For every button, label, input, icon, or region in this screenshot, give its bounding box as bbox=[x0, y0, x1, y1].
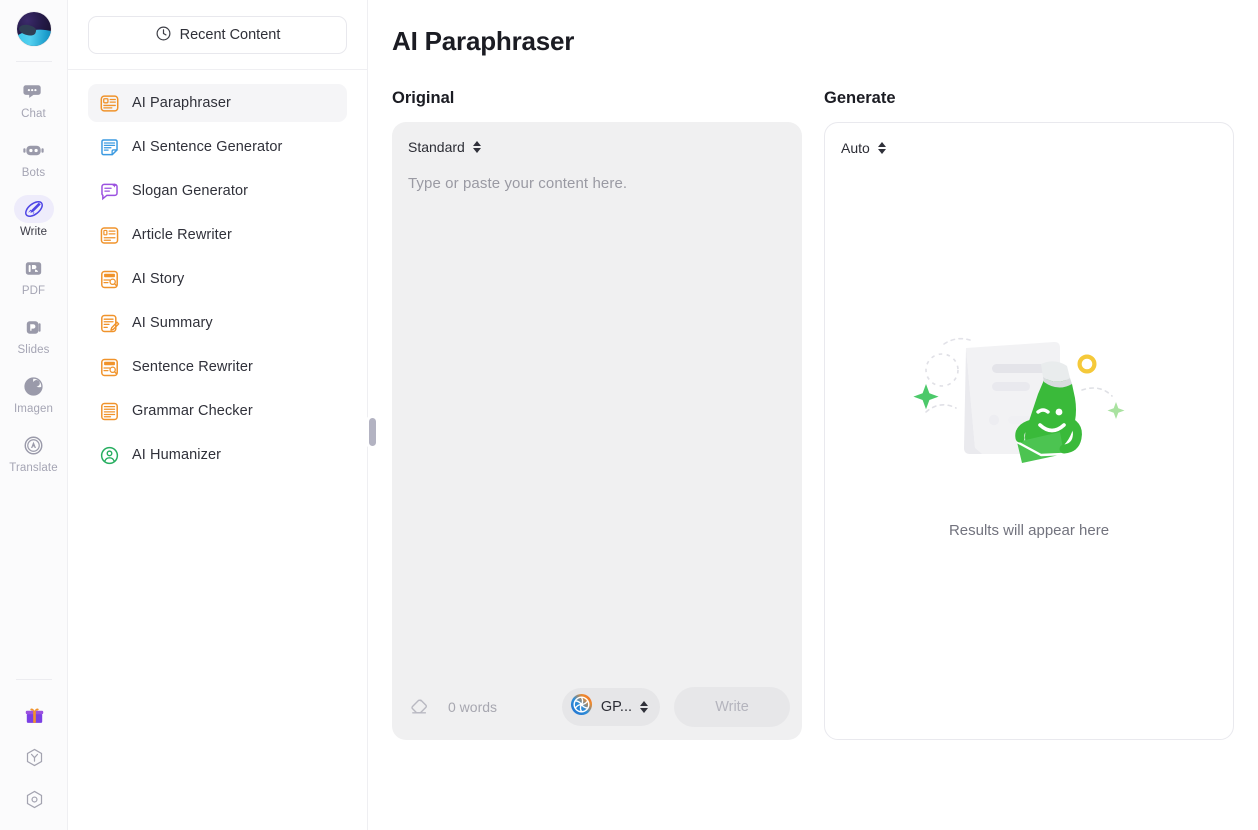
clock-icon bbox=[155, 25, 172, 46]
tool-item-label: AI Summary bbox=[132, 315, 213, 331]
openai-logo-icon bbox=[570, 693, 593, 721]
grammar-checker-icon bbox=[98, 400, 120, 422]
page-title: AI Paraphraser bbox=[392, 26, 1234, 57]
tool-item-ai-paraphraser[interactable]: AI Paraphraser bbox=[88, 84, 347, 122]
original-mode-value: Standard bbox=[408, 139, 465, 155]
generate-empty-text: Results will appear here bbox=[949, 522, 1109, 539]
rail-item-pdf[interactable]: PDF bbox=[6, 249, 62, 302]
rail-item-chat[interactable]: Chat bbox=[6, 72, 62, 125]
original-editor[interactable]: Type or paste your content here. bbox=[408, 158, 786, 674]
rail-bottom-group bbox=[0, 679, 68, 812]
generate-empty-state: Results will appear here bbox=[841, 159, 1217, 739]
original-toolbar: 0 words bbox=[404, 674, 790, 740]
generate-column: Generate Auto bbox=[824, 89, 1234, 740]
chat-bubble-icon bbox=[14, 77, 54, 105]
chevron-updown-icon[interactable] bbox=[878, 142, 886, 154]
original-placeholder: Type or paste your content here. bbox=[408, 175, 786, 192]
article-rewriter-icon bbox=[98, 224, 120, 246]
rail-item-label: Chat bbox=[21, 108, 46, 121]
rail-item-label: Imagen bbox=[14, 403, 53, 416]
rail-divider bbox=[16, 61, 52, 62]
rail-item-translate[interactable]: Translate bbox=[6, 426, 62, 479]
rail-item-label: Write bbox=[20, 226, 47, 239]
rail-item-label: Translate bbox=[9, 462, 57, 475]
generate-mode-select[interactable]: Auto bbox=[841, 137, 1217, 159]
tool-item-label: AI Humanizer bbox=[132, 447, 221, 463]
generate-mode-value: Auto bbox=[841, 140, 870, 156]
tool-item-label: AI Story bbox=[132, 271, 184, 287]
rail-bottom-divider bbox=[16, 679, 52, 680]
main-content: AI Paraphraser Original Standard Type or… bbox=[368, 0, 1258, 830]
tool-list-divider bbox=[68, 69, 367, 70]
ai-humanizer-icon bbox=[98, 444, 120, 466]
generate-heading: Generate bbox=[824, 89, 1234, 108]
pen-orbit-icon bbox=[14, 195, 54, 223]
translate-icon bbox=[14, 431, 54, 459]
rail-item-bots[interactable]: Bots bbox=[6, 131, 62, 184]
slides-icon bbox=[14, 313, 54, 341]
tool-item-label: Slogan Generator bbox=[132, 183, 248, 199]
editor-columns: Original Standard Type or paste your con… bbox=[392, 89, 1234, 740]
eraser-icon[interactable] bbox=[404, 692, 434, 722]
rail-item-slides[interactable]: Slides bbox=[6, 308, 62, 361]
tool-item-sentence-rewriter[interactable]: Sentence Rewriter bbox=[88, 348, 347, 386]
slogan-icon bbox=[98, 180, 120, 202]
recent-content-label: Recent Content bbox=[180, 27, 281, 43]
original-mode-select[interactable]: Standard bbox=[408, 136, 786, 158]
recent-content-button[interactable]: Recent Content bbox=[88, 16, 347, 54]
word-count: 0 words bbox=[448, 699, 497, 715]
tool-item-ai-summary[interactable]: AI Summary bbox=[88, 304, 347, 342]
ai-summary-icon bbox=[98, 312, 120, 334]
original-panel: Standard Type or paste your content here… bbox=[392, 122, 802, 740]
hexagon-dot-icon[interactable] bbox=[21, 786, 47, 812]
tool-item-ai-humanizer[interactable]: AI Humanizer bbox=[88, 436, 347, 474]
ai-story-icon bbox=[98, 268, 120, 290]
original-heading: Original bbox=[392, 89, 802, 108]
tool-item-ai-story[interactable]: AI Story bbox=[88, 260, 347, 298]
primary-nav-rail: Chat Bots Write PDF bbox=[0, 0, 68, 830]
mascot-document-illustration bbox=[904, 320, 1154, 500]
model-name: GP... bbox=[601, 699, 632, 715]
rail-item-label: Bots bbox=[22, 167, 45, 180]
write-button[interactable]: Write bbox=[674, 687, 790, 727]
tool-list-sidebar: Recent Content AI Paraphraser AI Sentenc… bbox=[68, 0, 368, 830]
chevron-updown-icon[interactable] bbox=[473, 141, 481, 153]
sentence-rewriter-icon bbox=[98, 356, 120, 378]
rail-item-label: Slides bbox=[18, 344, 50, 357]
rail-item-label: PDF bbox=[22, 285, 45, 298]
pdf-file-icon bbox=[14, 254, 54, 282]
tool-item-slogan-generator[interactable]: Slogan Generator bbox=[88, 172, 347, 210]
original-column: Original Standard Type or paste your con… bbox=[392, 89, 802, 740]
chevron-updown-icon[interactable] bbox=[640, 701, 648, 713]
generate-panel: Auto bbox=[824, 122, 1234, 740]
hexagon-y-icon[interactable] bbox=[21, 744, 47, 770]
tool-item-label: Article Rewriter bbox=[132, 227, 232, 243]
sentence-gen-icon bbox=[98, 136, 120, 158]
image-swirl-icon bbox=[14, 372, 54, 400]
rail-item-imagen[interactable]: Imagen bbox=[6, 367, 62, 420]
panel-resize-handle[interactable] bbox=[369, 418, 376, 446]
app-root: Chat Bots Write PDF bbox=[0, 0, 1258, 830]
tool-item-article-rewriter[interactable]: Article Rewriter bbox=[88, 216, 347, 254]
robot-icon bbox=[14, 136, 54, 164]
tool-item-label: Sentence Rewriter bbox=[132, 359, 253, 375]
gift-icon[interactable] bbox=[21, 702, 47, 728]
tool-item-label: Grammar Checker bbox=[132, 403, 253, 419]
rail-item-write[interactable]: Write bbox=[6, 190, 62, 243]
tool-item-ai-sentence-generator[interactable]: AI Sentence Generator bbox=[88, 128, 347, 166]
avatar[interactable] bbox=[17, 12, 51, 46]
tool-item-grammar-checker[interactable]: Grammar Checker bbox=[88, 392, 347, 430]
tool-item-label: AI Sentence Generator bbox=[132, 139, 282, 155]
model-selector[interactable]: GP... bbox=[562, 688, 660, 726]
tool-item-label: AI Paraphraser bbox=[132, 95, 231, 111]
paraphraser-icon bbox=[98, 92, 120, 114]
